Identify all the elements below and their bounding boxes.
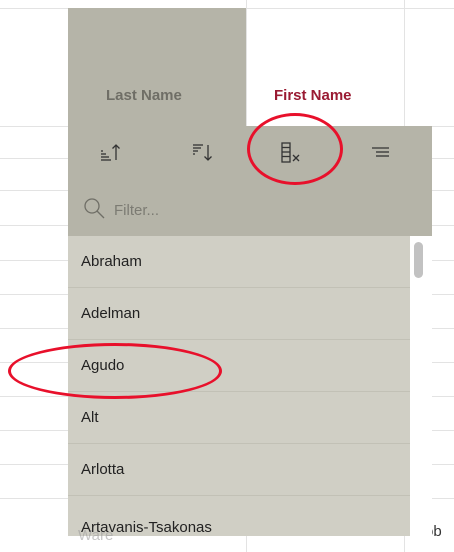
list-item[interactable]: Arlotta: [68, 444, 410, 496]
column-filter-popup: Abraham Adelman Agudo Alt Arlotta Artava…: [68, 126, 432, 536]
filter-search-row: [68, 182, 432, 236]
sort-descending-button[interactable]: [186, 136, 220, 170]
list-item[interactable]: Abraham: [68, 236, 410, 288]
scrollbar-thumb[interactable]: [414, 242, 423, 278]
sort-ascending-button[interactable]: [94, 136, 128, 170]
list-item[interactable]: Adelman: [68, 288, 410, 340]
annotation-circle: [247, 113, 343, 185]
search-icon: [84, 198, 105, 219]
column-header-last-name[interactable]: [68, 8, 246, 126]
list-item[interactable]: Artavanis-Tsakonas: [68, 496, 410, 536]
column-menu-button[interactable]: [364, 136, 398, 170]
column-header-first-name[interactable]: First Name: [274, 87, 352, 104]
list-scrollbar[interactable]: [410, 236, 432, 536]
sort-descending-icon: [193, 144, 212, 161]
filter-input[interactable]: [112, 196, 416, 224]
column-header-last-name-label: Last Name: [106, 87, 182, 104]
menu-lines-icon: [372, 147, 389, 157]
list-item[interactable]: Alt: [68, 392, 410, 444]
sort-ascending-icon: [101, 144, 120, 161]
annotation-circle: [8, 343, 222, 399]
table-cell-last-name: Ware: [78, 527, 114, 544]
